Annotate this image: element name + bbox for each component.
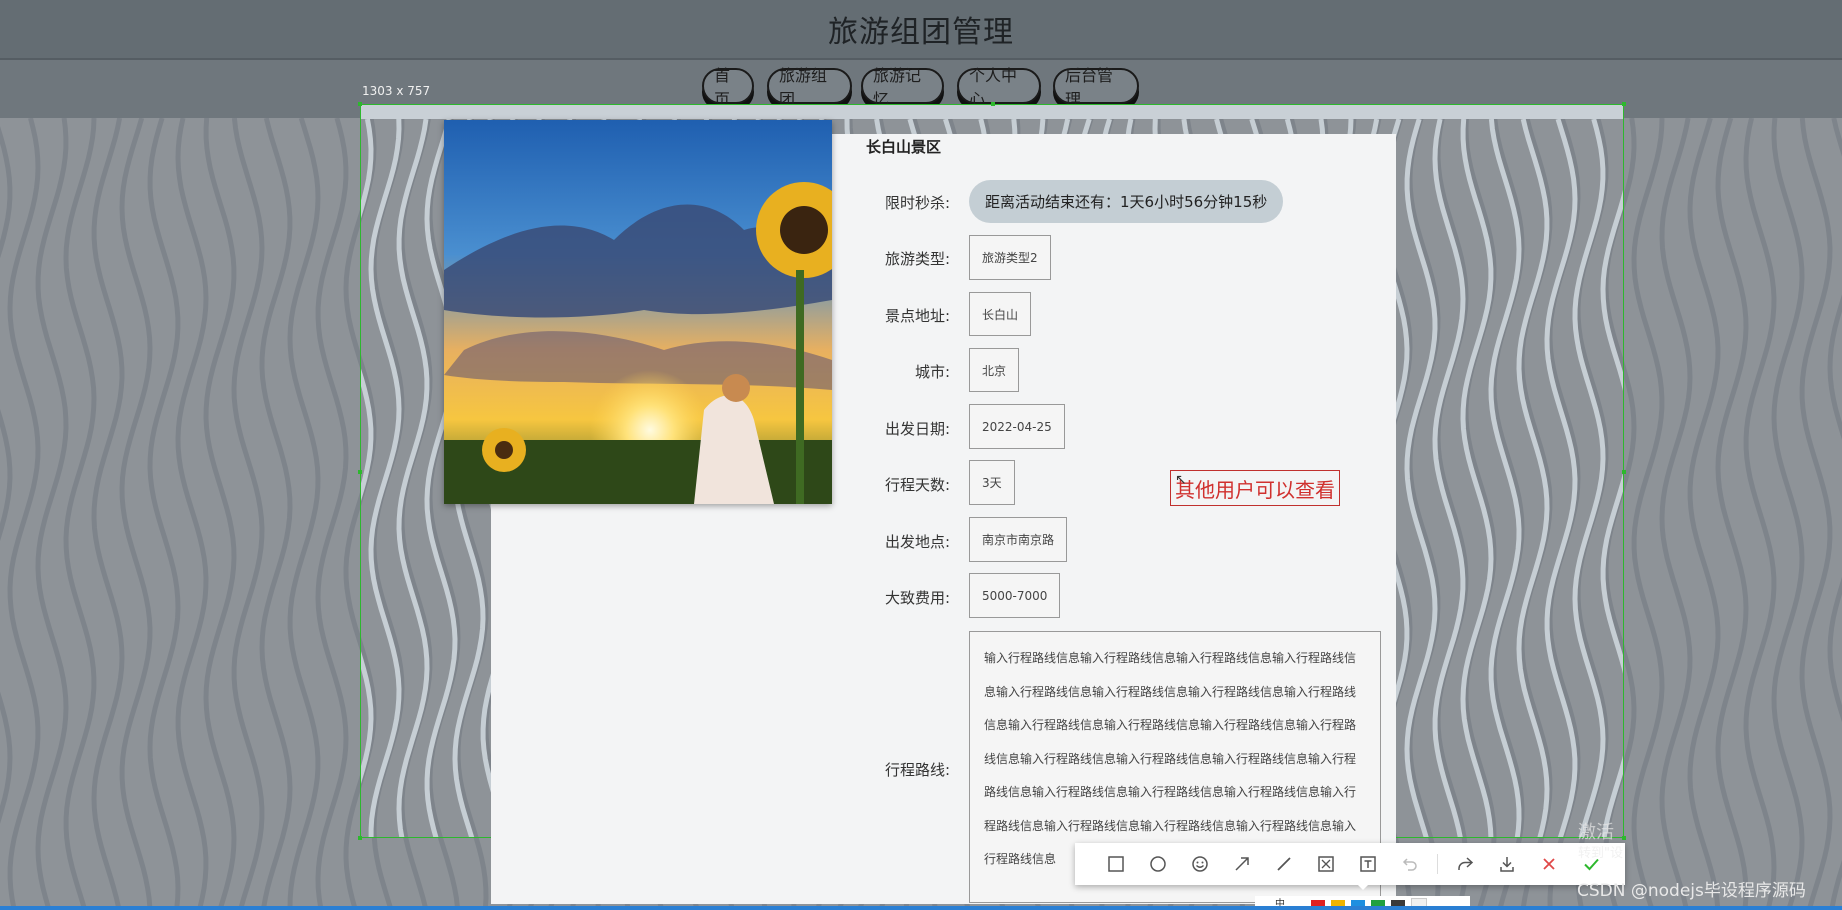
field-value-cost: 5000-7000 (969, 573, 1061, 618)
field-value-tour-type: 旅游类型2 (969, 235, 1051, 280)
scenic-photo (444, 120, 832, 504)
undo-icon[interactable] (1389, 843, 1431, 885)
field-label-departure-place: 出发地点: (884, 533, 950, 551)
nav-tour-memory[interactable]: 旅游记忆 (861, 66, 944, 109)
nav-tour-group[interactable]: 旅游组团 (767, 66, 852, 109)
scenic-title: 长白山景区 (866, 138, 942, 156)
selection-handle[interactable] (358, 470, 362, 474)
selection-handle[interactable] (1622, 836, 1626, 840)
field-label-address: 景点地址: (884, 307, 950, 325)
rectangle-icon[interactable] (1095, 843, 1137, 885)
nav-admin[interactable]: 后台管理 (1053, 66, 1139, 109)
field-label-city: 城市: (914, 363, 950, 381)
arrow-icon[interactable] (1221, 843, 1263, 885)
mosaic-icon[interactable] (1305, 843, 1347, 885)
annotation-text-box[interactable]: 其他用户可以查看 (1170, 470, 1340, 506)
taskbar-edge (0, 906, 1842, 910)
field-value-city: 北京 (969, 348, 1020, 392)
windows-activate-subtitle: 转到"设 (1578, 846, 1623, 861)
mouse-cursor-icon: ↖ (1175, 472, 1187, 488)
share-icon[interactable] (1444, 843, 1486, 885)
selection-handle[interactable] (1622, 102, 1626, 106)
cancel-icon[interactable] (1528, 843, 1570, 885)
selection-top-strip (361, 105, 1623, 119)
field-label-cost: 大致费用: (884, 589, 950, 607)
route-label: 行程路线: (884, 761, 950, 779)
toolbar-pointer (1357, 884, 1369, 890)
windows-activate-title: 激活 (1578, 822, 1614, 843)
site-title: 旅游组团管理 (828, 15, 1014, 50)
csdn-watermark: CSDN @nodejs毕设程序源码 (1577, 881, 1806, 901)
site-header: 旅游组团管理 (0, 0, 1842, 60)
download-icon[interactable] (1486, 843, 1528, 885)
selection-handle[interactable] (358, 102, 362, 106)
toolbar-divider (1437, 854, 1438, 874)
capture-size-label: 1303 x 757 (362, 84, 431, 98)
field-label-departure-date: 出发日期: (884, 420, 950, 438)
countdown-label: 限时秒杀: (884, 194, 950, 212)
ellipse-icon[interactable] (1137, 843, 1179, 885)
emoji-icon[interactable] (1179, 843, 1221, 885)
selection-handle[interactable] (1622, 470, 1626, 474)
selection-handle[interactable] (991, 102, 995, 106)
field-value-days: 3天 (969, 460, 1015, 505)
nav-personal-center[interactable]: 个人中心 (957, 66, 1041, 109)
field-value-departure-date: 2022-04-25 (969, 404, 1065, 449)
line-icon[interactable] (1263, 843, 1305, 885)
field-label-tour-type: 旅游类型: (884, 250, 950, 268)
field-value-address: 长白山 (969, 292, 1032, 336)
field-value-departure-place: 南京市南京路 (969, 517, 1068, 562)
field-label-days: 行程天数: (884, 476, 950, 494)
capture-toolbar (1075, 843, 1625, 885)
text-icon[interactable] (1347, 843, 1389, 885)
countdown-badge: 距离活动结束还有：1天6小时56分钟15秒 (969, 180, 1284, 223)
selection-handle[interactable] (358, 836, 362, 840)
nav-home[interactable]: 首页 (702, 66, 754, 109)
